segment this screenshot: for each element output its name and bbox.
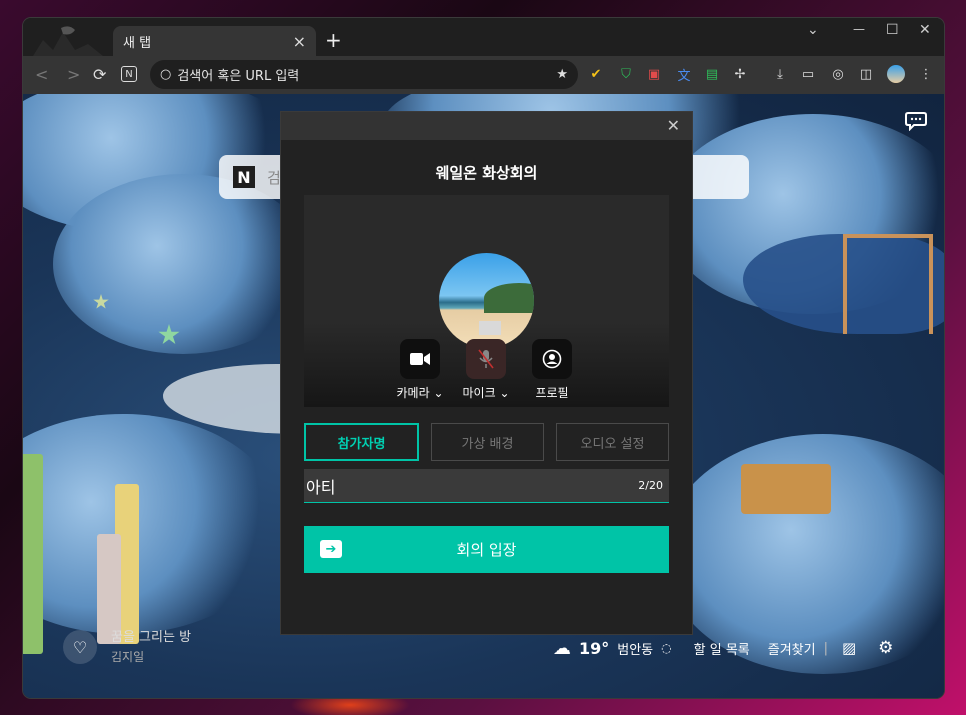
whale-logo-icon	[33, 26, 103, 56]
tab-audio-settings[interactable]: 오디오 설정	[556, 423, 669, 461]
camera-label: 카메라	[396, 386, 430, 400]
puzzle-extension-icon[interactable]: ✢	[731, 65, 749, 83]
footer-divider: |	[823, 640, 828, 656]
capture-icon[interactable]: ▭	[799, 65, 817, 83]
camera-control[interactable]: 카메라 ⌄	[390, 339, 450, 401]
tab-strip: 새 탭 × + ⌄ — ☐ ✕	[23, 18, 944, 56]
image-icon[interactable]: ▨	[842, 639, 856, 657]
footer-bar: ☁ 19° 범안동 ◌ 할 일 목록 즐겨찾기 | ▨ ⚙	[553, 636, 893, 660]
sidebar-icon[interactable]: ◫	[857, 65, 875, 83]
dialog-tabs: 참가자명 가상 배경 오디오 설정	[304, 423, 669, 461]
camera-icon[interactable]	[400, 339, 440, 379]
camera-preview: 카메라 ⌄ 마이크 ⌄ 프로필	[304, 195, 669, 407]
participant-name-value[interactable]: 아티	[304, 474, 638, 498]
frame-decoration	[843, 234, 933, 334]
todo-link[interactable]: 할 일 목록	[694, 639, 750, 658]
screenshot-icon[interactable]: ◎	[829, 65, 847, 83]
download-icon[interactable]: ⤓	[771, 65, 789, 83]
tab-new[interactable]: 새 탭 ×	[113, 26, 316, 56]
check-extension-icon[interactable]: ✔	[587, 65, 605, 83]
reload-icon[interactable]: ⟳	[93, 65, 106, 84]
cloud-decoration	[23, 414, 283, 634]
menu-icon[interactable]: ⋮	[917, 65, 935, 83]
shield-extension-icon[interactable]: ⛉	[617, 65, 635, 83]
back-icon[interactable]: <	[35, 65, 48, 84]
weather-location[interactable]: 범안동	[617, 639, 653, 658]
naver-icon[interactable]: N	[121, 66, 137, 82]
participant-name-field[interactable]: 아티 2/20	[304, 469, 669, 503]
join-meeting-label: 회의 입장	[456, 541, 517, 559]
tab-title: 새 탭	[123, 35, 152, 51]
chat-icon[interactable]	[905, 111, 927, 131]
close-icon[interactable]: ✕	[667, 116, 680, 135]
tab-participant-name[interactable]: 참가자명	[304, 423, 419, 461]
tab-close-icon[interactable]: ×	[293, 32, 306, 51]
artwork-title[interactable]: 꿈을 그리는 방	[111, 626, 191, 645]
heart-icon[interactable]: ♡	[63, 630, 97, 664]
toolbar: < > ⟳ N ○ 검색어 혹은 URL 입력 ★ ✔ ⛉ ▣ 文 ▤ ✢ ⤓ …	[23, 56, 944, 94]
minimize-button[interactable]: —	[853, 22, 865, 36]
search-icon: ○	[160, 67, 172, 82]
maximize-button[interactable]: ☐	[886, 22, 899, 38]
bed-decoration	[741, 464, 831, 514]
avatar[interactable]	[887, 65, 905, 83]
chevron-down-icon[interactable]: ⌄	[499, 386, 509, 400]
tab-virtual-background[interactable]: 가상 배경	[431, 423, 544, 461]
weather-temperature[interactable]: 19°	[579, 639, 609, 658]
star-icon[interactable]: ★	[556, 67, 568, 82]
close-window-button[interactable]: ✕	[919, 22, 931, 38]
name-char-count: 2/20	[638, 479, 663, 492]
chevron-down-icon[interactable]: ⌄	[433, 386, 443, 400]
image-extension-icon[interactable]: ▣	[645, 65, 663, 83]
address-placeholder: 검색어 혹은 URL 입력	[177, 69, 300, 84]
weather-icon: ☁	[553, 637, 571, 659]
new-tab-button[interactable]: +	[325, 28, 342, 52]
translate-extension-icon[interactable]: 文	[675, 65, 693, 84]
grid-extension-icon[interactable]: ▤	[703, 65, 721, 83]
naver-search-placeholder: 검	[267, 168, 281, 187]
cloud-decoration	[53, 174, 313, 354]
mic-label: 마이크	[462, 386, 496, 400]
address-bar[interactable]: ○ 검색어 혹은 URL 입력 ★	[150, 60, 578, 89]
video-call-dialog: ✕ 웨일온 화상회의 카메라 ⌄ 마이크 ⌄ 프로필 참가자명 가상 배경 오디…	[281, 112, 692, 634]
bookmarks-link[interactable]: 즐겨찾기	[768, 639, 816, 658]
dialog-title: 웨일온 화상회의	[435, 164, 538, 182]
gear-icon[interactable]: ⚙	[878, 638, 893, 658]
enter-icon: ➔	[320, 540, 342, 558]
join-meeting-button[interactable]: ➔ 회의 입장	[304, 526, 669, 573]
mic-control[interactable]: 마이크 ⌄	[456, 339, 516, 401]
location-refresh-icon[interactable]: ◌	[661, 641, 671, 655]
profile-control[interactable]: 프로필	[522, 339, 582, 401]
forward-icon[interactable]: >	[67, 65, 80, 84]
dialog-header: ✕	[281, 112, 692, 140]
profile-avatar	[439, 253, 534, 348]
naver-logo-icon: N	[233, 166, 255, 188]
tab-search-dropdown-icon[interactable]: ⌄	[807, 22, 819, 38]
profile-label: 프로필	[535, 386, 569, 400]
crayon-decoration	[23, 454, 43, 654]
mic-muted-icon[interactable]	[466, 339, 506, 379]
artwork-author: 김지일	[111, 650, 145, 664]
profile-icon[interactable]	[532, 339, 572, 379]
